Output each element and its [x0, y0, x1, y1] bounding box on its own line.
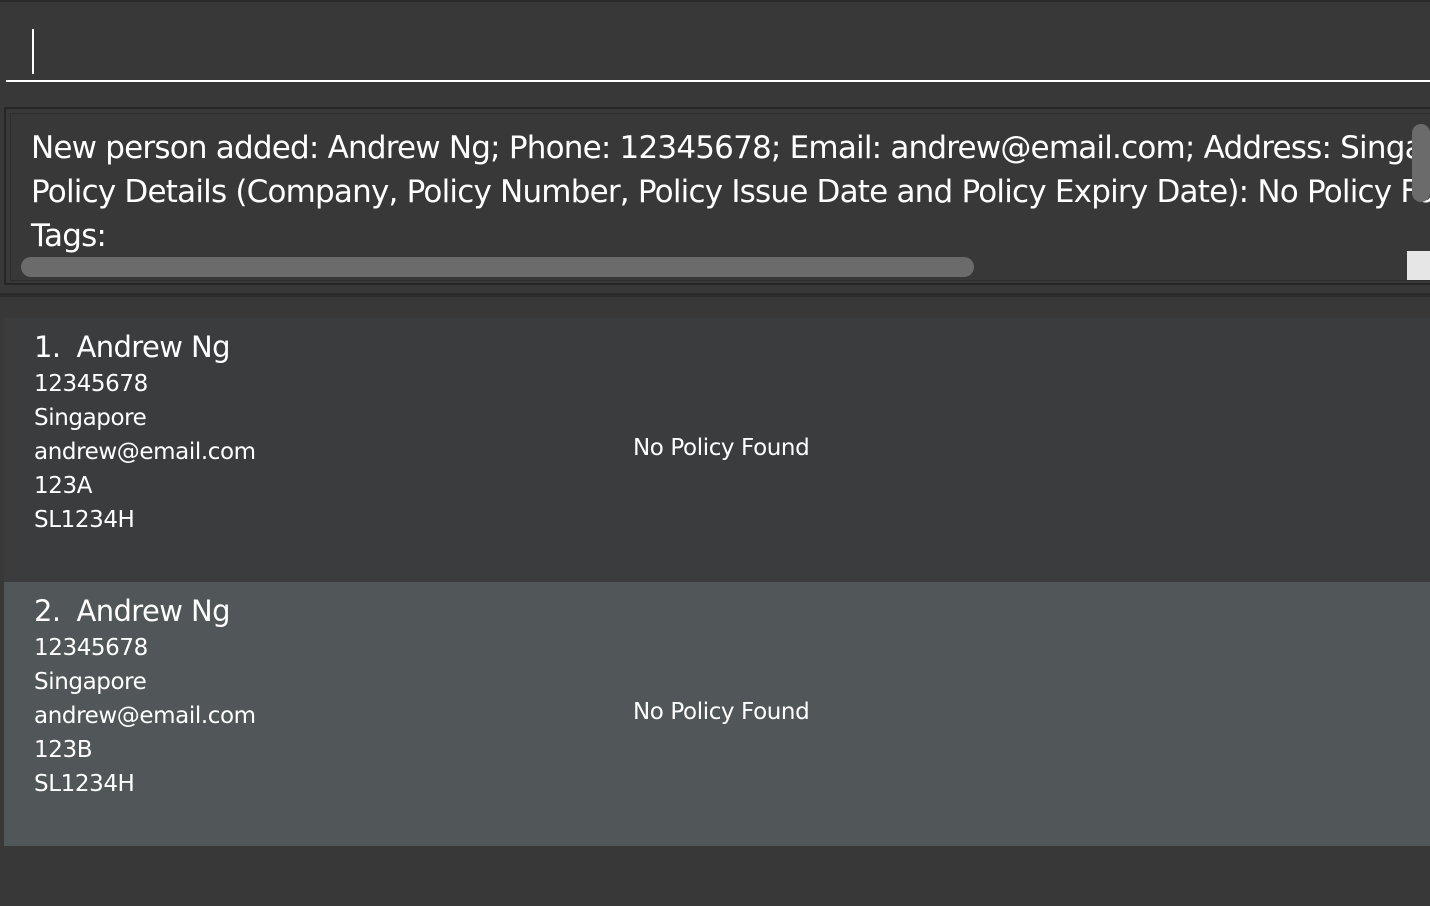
person-name: Andrew Ng	[76, 594, 230, 628]
person-field-code: SL1234H	[34, 507, 135, 533]
person-address: Singapore	[34, 405, 147, 431]
person-address: Singapore	[34, 669, 147, 695]
result-message: New person added: Andrew Ng; Phone: 1234…	[31, 126, 1430, 258]
person-email: andrew@email.com	[34, 703, 256, 729]
top-frame	[0, 0, 1430, 2]
command-box[interactable]	[6, 4, 1430, 82]
result-line: Tags:	[31, 218, 107, 254]
person-phone: 12345678	[34, 371, 148, 397]
person-card-header: 1. Andrew Ng	[34, 330, 230, 364]
text-caret	[32, 29, 34, 74]
person-field-123: 123A	[34, 473, 93, 499]
person-policy-status: No Policy Found	[633, 699, 810, 725]
address-book-window: New person added: Andrew Ng; Phone: 1234…	[0, 0, 1430, 906]
scrollbar-corner	[1407, 251, 1430, 280]
person-phone: 12345678	[34, 635, 148, 661]
result-display-viewport[interactable]: New person added: Andrew Ng; Phone: 1234…	[10, 113, 1430, 281]
person-field-code: SL1234H	[34, 771, 135, 797]
person-card-selected[interactable]: 2. Andrew Ng 12345678 Singapore andrew@em…	[4, 582, 1430, 846]
person-email: andrew@email.com	[34, 439, 256, 465]
person-policy-status: No Policy Found	[633, 435, 810, 461]
person-index: 1.	[34, 330, 61, 364]
horizontal-scrollbar-thumb[interactable]	[21, 257, 974, 277]
command-input[interactable]	[20, 18, 1410, 66]
result-line: Policy Details (Company, Policy Number, …	[31, 174, 1430, 210]
split-pane-divider[interactable]	[0, 293, 1430, 297]
result-display: New person added: Andrew Ng; Phone: 1234…	[4, 107, 1430, 285]
person-list: 1. Andrew Ng 12345678 Singapore andrew@em…	[4, 318, 1430, 846]
person-index: 2.	[34, 594, 61, 628]
result-line: New person added: Andrew Ng; Phone: 1234…	[31, 130, 1430, 166]
vertical-scrollbar-thumb[interactable]	[1412, 124, 1430, 202]
person-field-123: 123B	[34, 737, 93, 763]
person-name: Andrew Ng	[76, 330, 230, 364]
person-card-header: 2. Andrew Ng	[34, 594, 230, 628]
person-card[interactable]: 1. Andrew Ng 12345678 Singapore andrew@em…	[4, 318, 1430, 582]
